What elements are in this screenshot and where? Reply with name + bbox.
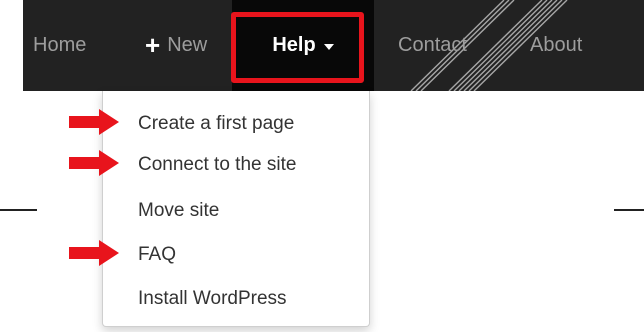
nav-new-link[interactable]: + New — [145, 0, 207, 91]
screenshot: Home + New Help Contact About Create a f… — [0, 0, 644, 332]
menu-item-install-wordpress[interactable]: Install WordPress — [138, 287, 287, 311]
caret-down-icon — [323, 43, 334, 50]
menu-item-connect-to-site[interactable]: Connect to the site — [138, 153, 296, 177]
nav-new-label: New — [167, 34, 208, 56]
nav-about-link[interactable]: About — [530, 0, 582, 91]
right-arrow-icon — [69, 150, 119, 176]
divider-line-right — [614, 209, 644, 211]
divider-line-left — [0, 209, 37, 211]
nav-about-label: About — [530, 34, 583, 56]
nav-contact-link[interactable]: Contact — [398, 0, 467, 91]
top-navbar: Home + New Help Contact About — [23, 0, 644, 91]
right-arrow-icon — [69, 109, 119, 135]
nav-contact-label: Contact — [398, 34, 467, 56]
nav-home-link[interactable]: Home — [33, 0, 86, 91]
menu-item-faq[interactable]: FAQ — [138, 243, 176, 267]
right-arrow-icon — [69, 240, 119, 266]
menu-item-create-first-page[interactable]: Create a first page — [138, 112, 294, 136]
plus-icon: + — [145, 29, 161, 60]
nav-help-dropdown-toggle[interactable]: Help — [232, 0, 374, 91]
help-dropdown-menu: Create a first page Connect to the site … — [102, 91, 370, 327]
nav-help-label: Help — [272, 34, 316, 56]
nav-home-label: Home — [33, 34, 87, 56]
menu-item-move-site[interactable]: Move site — [138, 199, 219, 223]
